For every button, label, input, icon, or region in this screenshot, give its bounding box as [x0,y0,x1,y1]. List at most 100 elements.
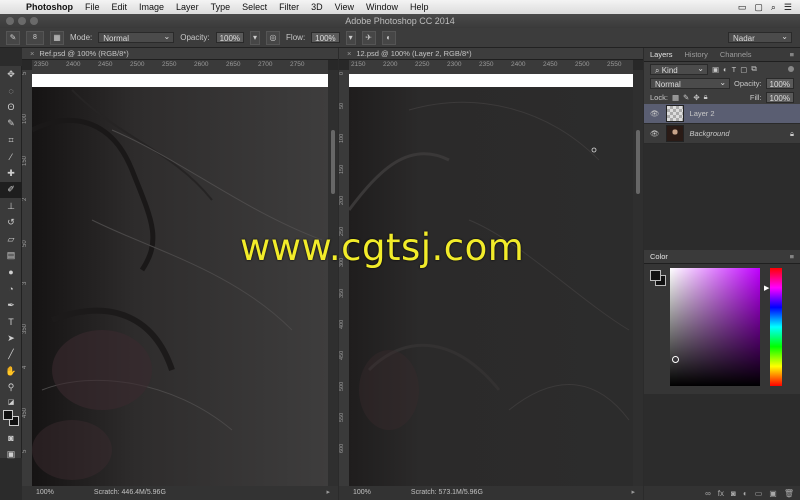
fill-field[interactable]: 100% [765,91,794,103]
tab-history[interactable]: History [679,50,714,59]
lasso-tool-icon[interactable]: ʘ [0,99,22,116]
hue-slider-arrow[interactable]: ▶ [764,284,769,292]
delete-layer-icon[interactable]: 🗑︎ [784,489,794,498]
history-brush-tool-icon[interactable]: ↺ [0,215,22,232]
lock-position-icon[interactable]: ✥ [693,93,699,102]
airbrush-icon[interactable]: ✈ [361,30,376,45]
visibility-eye-icon[interactable]: 👁︎ [650,109,660,118]
type-tool-icon[interactable]: T [0,314,22,331]
layer-row-background[interactable]: 👁︎ Background 🔒︎ [644,124,800,144]
filter-toggle[interactable] [788,66,794,72]
status-menu-icon[interactable]: ▸ [631,486,635,500]
color-saturation-field[interactable] [670,268,760,386]
eyedropper-tool-icon[interactable]: ⁄ [0,149,22,166]
fg-color-swatch[interactable] [650,270,661,281]
scroll-thumb[interactable] [636,130,640,194]
menu-help[interactable]: Help [404,2,435,12]
layer-opacity-field[interactable]: 100% [765,77,794,89]
menu-image[interactable]: Image [133,2,170,12]
mode-dropdown[interactable]: Normal [98,32,175,43]
kind-filter-dropdown[interactable]: ⌕ Kind [650,63,708,75]
search-icon[interactable]: ⌕ [771,2,776,13]
app-menu[interactable]: Photoshop [20,2,79,12]
brush-panel-toggle-icon[interactable]: ▦ [50,30,64,45]
blend-mode-dropdown[interactable]: Normal [650,77,731,89]
status-menu-icon[interactable]: ▸ [326,486,330,500]
minimize-window-button[interactable] [18,17,26,25]
brush-size-picker[interactable]: 8 [26,30,44,45]
brush-tool-preset-icon[interactable]: ✎ [6,30,20,45]
quick-select-tool-icon[interactable]: ✎ [0,116,22,133]
color-panel-title[interactable]: Color [644,252,674,261]
blur-tool-icon[interactable]: ● [0,264,22,281]
eraser-tool-icon[interactable]: ▱ [0,231,22,248]
menu-3d[interactable]: 3D [305,2,329,12]
crop-tool-icon[interactable]: ⌗ [0,132,22,149]
clone-stamp-tool-icon[interactable]: ⊥ [0,198,22,215]
filter-smart-icon[interactable]: ⧉ [751,64,756,74]
gradient-tool-icon[interactable]: ▤ [0,248,22,265]
document-tab-12[interactable]: × 12.psd @ 100% (Layer 2, RGB/8*) [339,48,643,60]
close-tab-icon[interactable]: × [30,49,34,58]
filter-pixel-icon[interactable]: ▣ [712,65,719,74]
move-tool-icon[interactable]: ✥ [0,66,22,83]
healing-brush-tool-icon[interactable]: ✚ [0,165,22,182]
panel-menu-icon[interactable]: ≡ [790,252,800,261]
visibility-eye-icon[interactable]: 👁︎ [650,129,660,138]
tab-channels[interactable]: Channels [714,50,758,59]
lock-all-icon[interactable]: 🔒︎ [704,92,708,102]
brush-tool-icon[interactable]: ✐ [0,181,22,198]
new-layer-icon[interactable]: ▣ [769,489,777,498]
layer-row-layer-2[interactable]: 👁︎ Layer 2 [644,104,800,124]
menu-file[interactable]: File [79,2,106,12]
opacity-dropdown-icon[interactable]: ▾ [250,30,261,45]
menu-window[interactable]: Window [360,2,404,12]
screen-record-icon[interactable]: ▭ [738,2,747,13]
flow-dropdown-icon[interactable]: ▾ [345,30,356,45]
adjustment-layer-icon[interactable]: ◐ [743,489,748,498]
quick-mask-icon[interactable]: ◙ [0,430,22,447]
zoom-level[interactable]: 100% [36,486,54,500]
close-tab-icon[interactable]: × [347,49,351,58]
screen-mode-icon[interactable]: ▣ [0,447,22,464]
path-selection-tool-icon[interactable]: ➤ [0,330,22,347]
pressure-opacity-icon[interactable]: ◎ [266,30,281,45]
tab-layers[interactable]: Layers [644,50,679,59]
menu-edit[interactable]: Edit [106,2,134,12]
canvas-12[interactable] [349,70,633,486]
menu-layer[interactable]: Layer [170,2,205,12]
default-colors-icon[interactable]: ◪ [0,396,22,408]
layer-style-icon[interactable]: fx [718,489,724,498]
filter-shape-icon[interactable]: ▢ [740,65,747,74]
lock-image-icon[interactable]: ✎ [683,93,689,102]
opacity-field[interactable]: 100% [215,32,245,43]
shape-tool-icon[interactable]: ╱ [0,347,22,364]
list-icon[interactable]: ☰ [784,2,792,13]
zoom-level[interactable]: 100% [353,486,371,500]
filter-type-icon[interactable]: T [732,65,737,74]
layer-mask-icon[interactable]: ◙ [731,489,736,498]
menu-type[interactable]: Type [205,2,237,12]
display-icon[interactable]: ▢ [754,2,763,13]
flow-field[interactable]: 100% [311,32,340,43]
vertical-scrollbar[interactable] [328,70,338,486]
pressure-size-icon[interactable]: ◐ [381,30,396,45]
scroll-thumb[interactable] [331,130,335,194]
workspace-dropdown[interactable]: Nadar [728,32,792,43]
zoom-tool-icon[interactable]: ⚲ [0,380,22,397]
menu-view[interactable]: View [329,2,360,12]
lock-transparent-icon[interactable]: ▦ [672,93,679,102]
new-group-icon[interactable]: ▭ [755,489,763,498]
menu-select[interactable]: Select [236,2,273,12]
dodge-tool-icon[interactable]: ◔ [0,281,22,298]
panel-menu-icon[interactable]: ≡ [790,50,800,59]
close-window-button[interactable] [6,17,14,25]
marquee-tool-icon[interactable]: ◌ [0,83,22,100]
foreground-color-swatch[interactable] [3,410,13,420]
hue-slider[interactable] [770,268,782,386]
canvas-ref[interactable] [32,70,328,486]
document-tab-ref[interactable]: × Ref.psd @ 100% (RGB/8*) [22,48,338,60]
menu-filter[interactable]: Filter [273,2,305,12]
link-layers-icon[interactable]: ∞ [705,489,711,498]
pen-tool-icon[interactable]: ✒ [0,297,22,314]
